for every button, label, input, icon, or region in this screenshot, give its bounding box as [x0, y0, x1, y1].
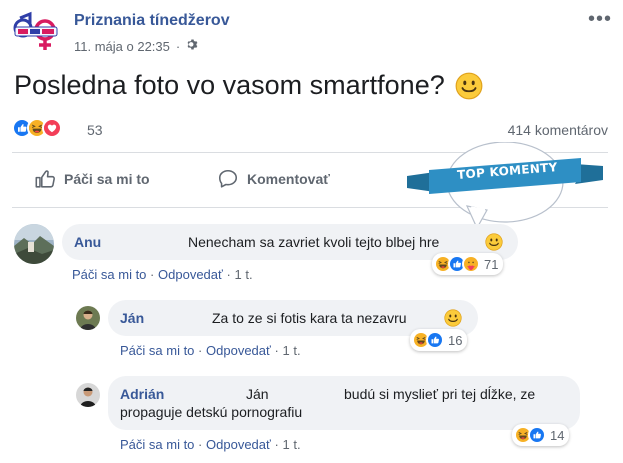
- comment-meta: Páči sa mi to · Odpovedať · 1 t.: [120, 437, 301, 452]
- comment-reply-link[interactable]: Odpovedať: [158, 267, 223, 282]
- post-text: Posledna foto vo vasom smartfone?: [14, 70, 483, 101]
- gear-icon[interactable]: [186, 38, 199, 54]
- separator: ·: [150, 267, 155, 282]
- avatar[interactable]: [76, 383, 100, 407]
- reaction-count[interactable]: 53: [87, 122, 103, 138]
- separator: ·: [198, 343, 203, 358]
- like-icon: [426, 331, 444, 349]
- avatar[interactable]: [76, 306, 100, 330]
- reaction-count: 14: [550, 427, 565, 443]
- comments-count[interactable]: 414 komentárov: [508, 122, 608, 138]
- reaction-count: 71: [484, 256, 499, 272]
- separator: ·: [274, 437, 279, 452]
- comment-like-link[interactable]: Páči sa mi to: [120, 343, 194, 358]
- comment-text: Za to ze si fotis kara ta nezavru: [212, 310, 407, 326]
- smile-emoji-icon: [485, 233, 503, 251]
- comment-like-link[interactable]: Páči sa mi to: [120, 437, 194, 452]
- separator: ·: [175, 38, 181, 54]
- comment-like-link[interactable]: Páči sa mi to: [72, 267, 146, 282]
- like-icon: [528, 426, 546, 444]
- page-logo-icon[interactable]: [12, 10, 60, 56]
- post-meta: 11. mája o 22:35 ·: [74, 38, 199, 54]
- smile-emoji-icon: [444, 309, 462, 327]
- comment-author[interactable]: Anu: [74, 233, 101, 251]
- love-icon: [42, 118, 62, 138]
- more-icon[interactable]: •••: [588, 9, 612, 29]
- post-timestamp[interactable]: 11. mája o 22:35: [74, 39, 170, 54]
- like-icon: [35, 170, 55, 188]
- comment-mention[interactable]: Ján: [246, 385, 269, 403]
- comment-text: budú si myslieť pri tej dĺžke, ze: [344, 386, 536, 402]
- separator: ·: [226, 267, 231, 282]
- post-header: Priznania tínedžerov 11. mája o 22:35 · …: [12, 8, 612, 58]
- comment-author[interactable]: Adrián: [120, 385, 164, 403]
- post-text-content: Posledna foto vo vasom smartfone?: [14, 70, 445, 100]
- comment-reply-link[interactable]: Odpovedať: [206, 343, 271, 358]
- top-comments-badge: TOP KOMENTY: [405, 141, 605, 232]
- care-icon: [462, 255, 480, 273]
- reactions-summary: 53 414 komentárov: [12, 118, 608, 142]
- comment-reactions[interactable]: 16: [410, 329, 468, 351]
- avatar[interactable]: [14, 224, 54, 264]
- comment-meta: Páči sa mi to · Odpovedať · 1 t.: [72, 267, 253, 282]
- smile-emoji-icon: [455, 72, 483, 100]
- separator: ·: [274, 343, 279, 358]
- comment-time[interactable]: 1 t.: [234, 267, 252, 282]
- comment-time[interactable]: 1 t.: [282, 343, 300, 358]
- like-button[interactable]: Páči sa mi to: [34, 168, 150, 190]
- comment-icon: [218, 169, 238, 188]
- comment-button[interactable]: Komentovať: [217, 168, 330, 190]
- comment-text: propaguje detskú pornografiu: [120, 404, 303, 420]
- comment-meta: Páči sa mi to · Odpovedať · 1 t.: [120, 343, 301, 358]
- separator: ·: [198, 437, 203, 452]
- like-button-label: Páči sa mi to: [64, 171, 150, 187]
- comment-bubble: Adrián Ján budú si myslieť pri tej dĺžke…: [108, 376, 580, 430]
- comment-text: Nenecham sa zavriet kvoli tejto blbej hr…: [188, 234, 440, 250]
- page-name[interactable]: Priznania tínedžerov: [74, 12, 230, 30]
- comment-reactions[interactable]: 71: [432, 253, 504, 275]
- comment-reply-link[interactable]: Odpovedať: [206, 437, 271, 452]
- comment-button-label: Komentovať: [247, 171, 330, 187]
- comment-author[interactable]: Ján: [120, 309, 144, 327]
- comment-reactions[interactable]: 14: [512, 424, 570, 446]
- reaction-icons[interactable]: [12, 118, 62, 138]
- reaction-count: 16: [448, 332, 463, 348]
- comment-time[interactable]: 1 t.: [282, 437, 300, 452]
